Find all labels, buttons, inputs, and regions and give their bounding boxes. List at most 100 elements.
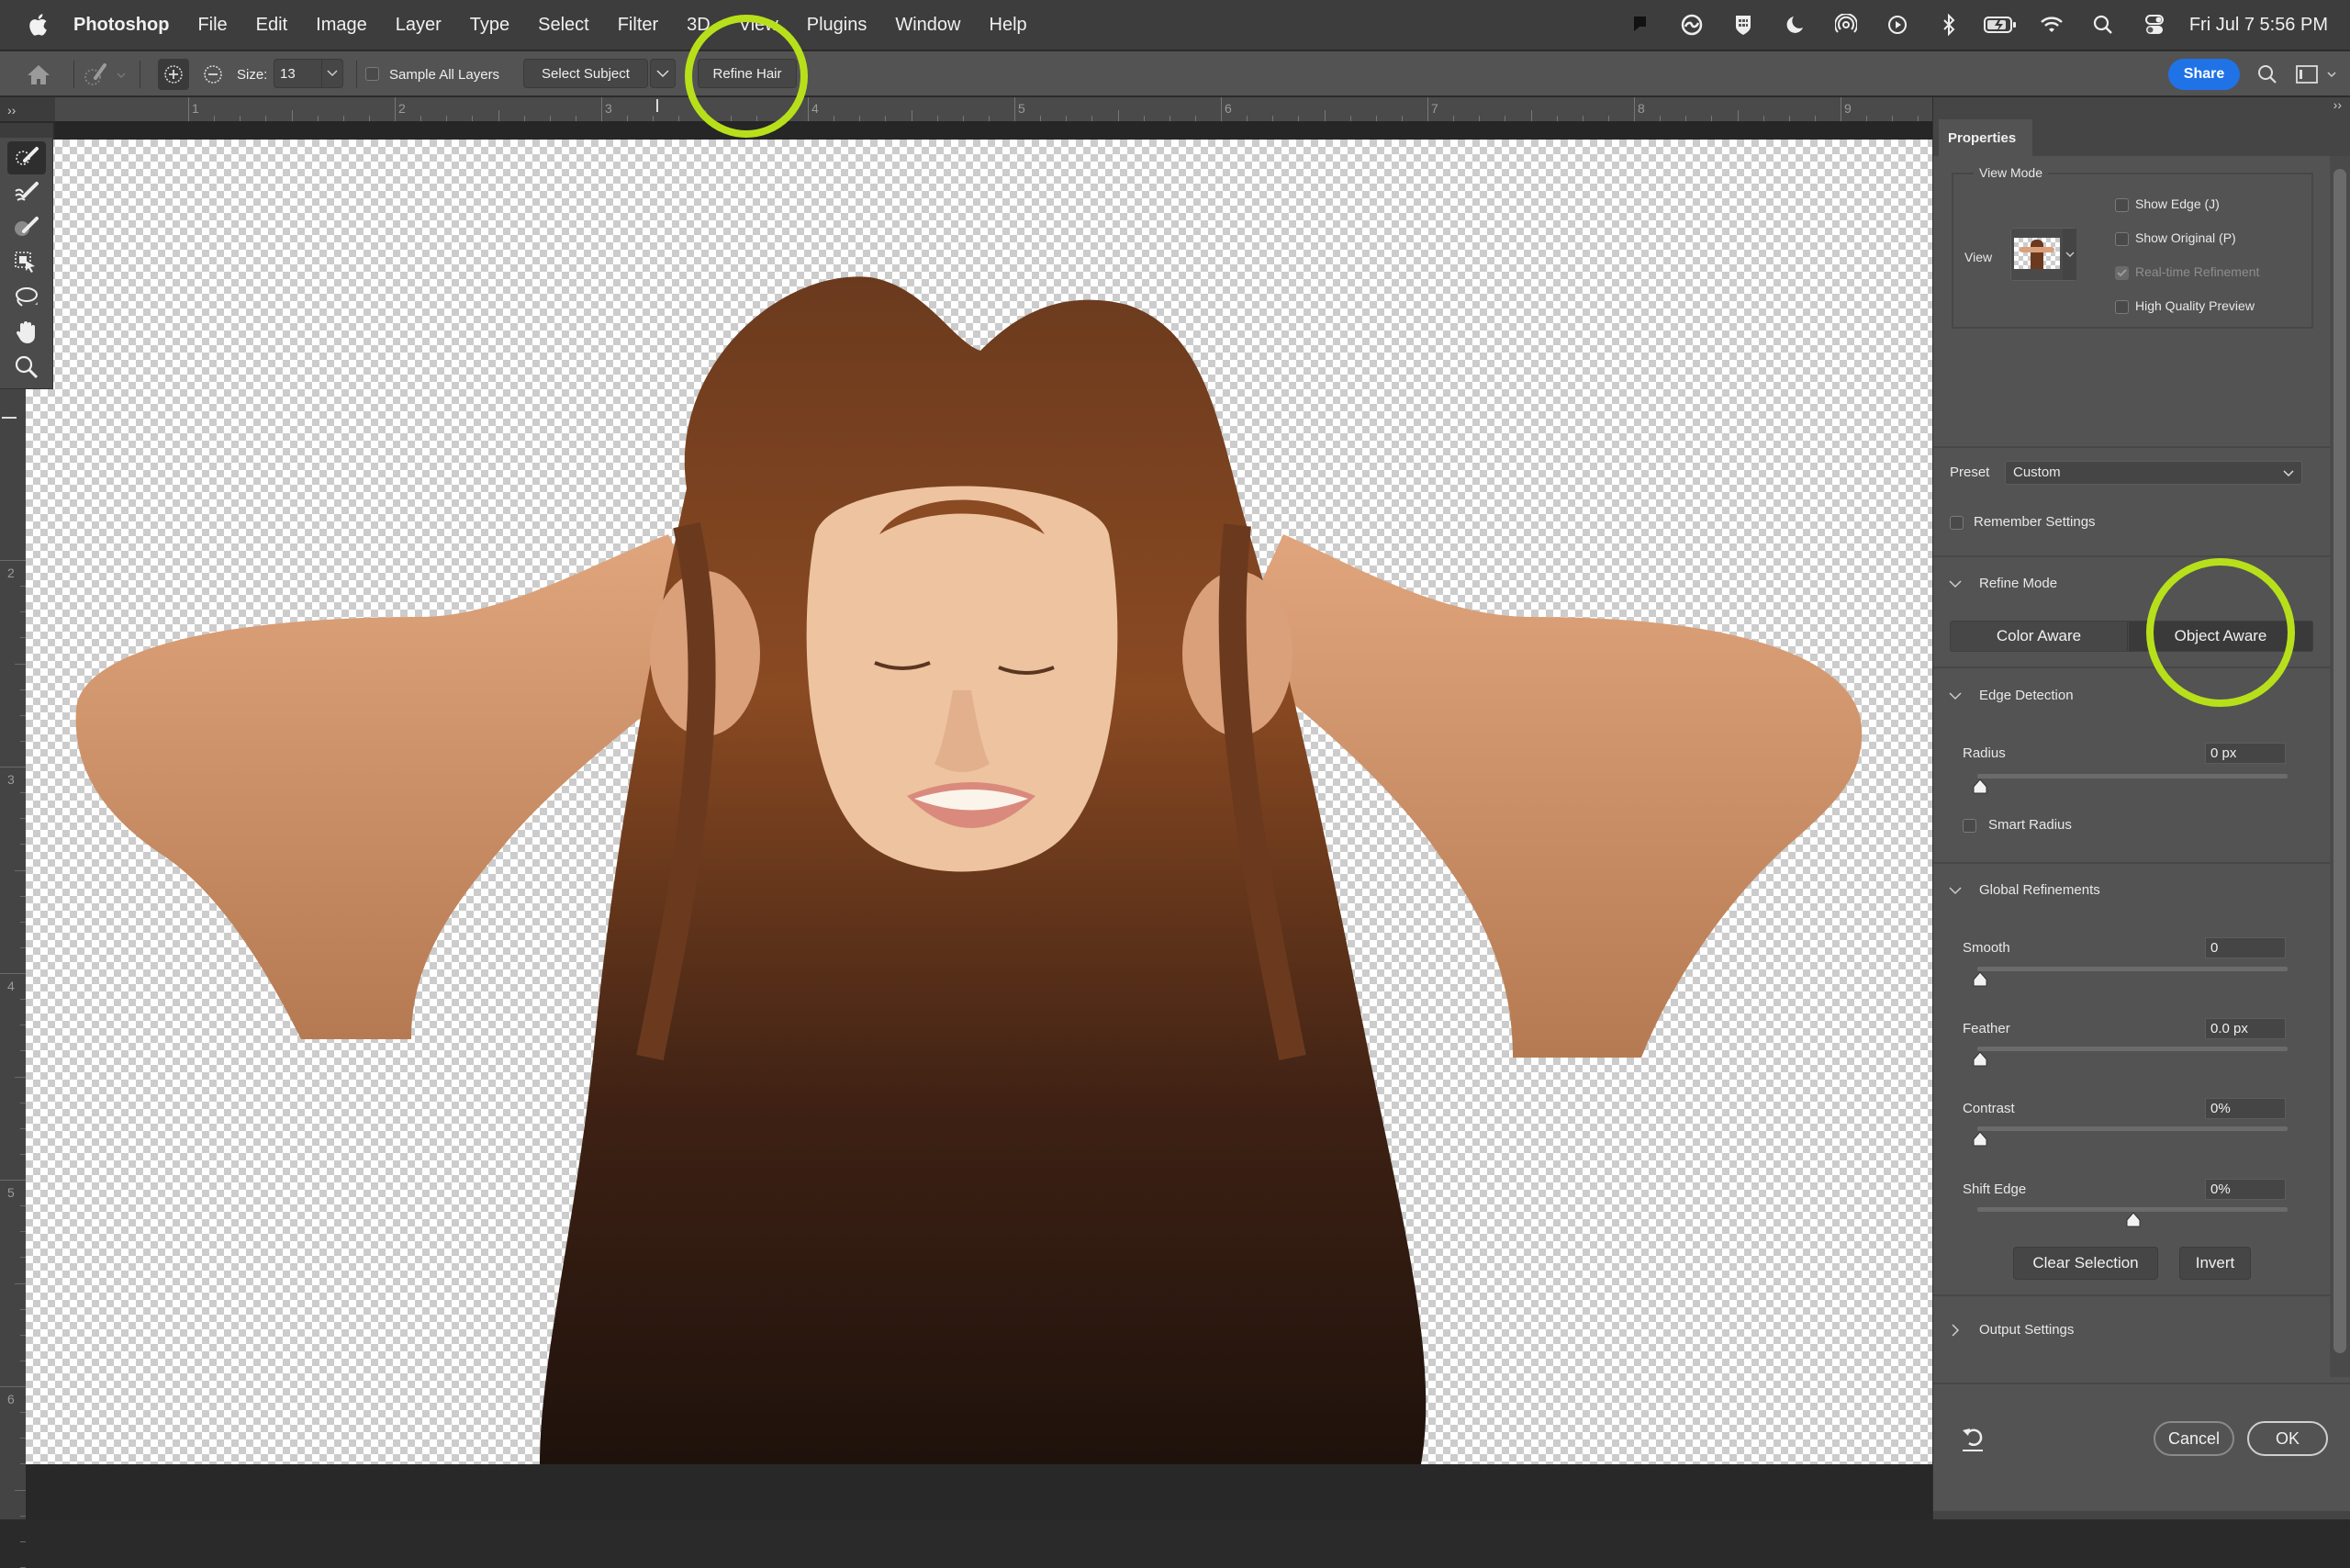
invert-button[interactable]: Invert xyxy=(2179,1247,2251,1280)
refine-hair-button[interactable]: Refine Hair xyxy=(698,59,797,88)
object-aware-option[interactable]: Object Aware xyxy=(2129,622,2312,651)
show-original-checkbox[interactable] xyxy=(2115,232,2129,246)
select-subject-button[interactable]: Select Subject xyxy=(523,59,648,88)
chevron-down-icon[interactable] xyxy=(1948,883,1963,898)
workspace-switcher[interactable] xyxy=(2295,51,2341,97)
feather-input[interactable]: 0.0 px xyxy=(2205,1018,2286,1039)
search-icon xyxy=(2258,65,2277,84)
smooth-slider-thumb[interactable] xyxy=(1972,971,1988,988)
view-mode-group xyxy=(1952,173,2313,329)
menu-plugins[interactable]: Plugins xyxy=(807,15,867,36)
document-canvas[interactable] xyxy=(26,140,1932,1464)
tools-panel-grip[interactable] xyxy=(0,123,53,138)
view-mode-picker[interactable] xyxy=(2010,228,2076,281)
ruler-label: 5 xyxy=(7,1185,15,1200)
do-not-disturb-moon-icon[interactable] xyxy=(1769,0,1820,50)
menu-bar-clock[interactable]: Fri Jul 7 5:56 PM xyxy=(2189,15,2328,36)
horizontal-ruler[interactable]: 1 2 3 4 5 6 7 8 9 xyxy=(55,97,2022,121)
ruler-label: 2 xyxy=(398,101,406,116)
shift-edge-input[interactable]: 0% xyxy=(2205,1179,2286,1200)
airdrop-icon[interactable] xyxy=(1820,0,1872,50)
menu-layer[interactable]: Layer xyxy=(396,15,442,36)
menu-image[interactable]: Image xyxy=(316,15,367,36)
brush-size-dropdown[interactable] xyxy=(321,59,343,88)
home-button[interactable] xyxy=(24,51,53,97)
tool-zoom[interactable] xyxy=(7,351,46,384)
panel-tab-bar: Properties xyxy=(1933,116,2350,156)
chevron-down-icon[interactable] xyxy=(1948,577,1963,591)
notes-app-icon[interactable] xyxy=(1615,0,1666,50)
brush-icon xyxy=(15,217,39,236)
ok-button[interactable]: OK xyxy=(2247,1421,2328,1456)
contrast-slider-thumb[interactable] xyxy=(1972,1131,1988,1148)
panel-scrollbar[interactable] xyxy=(2330,156,2350,1377)
bluetooth-icon[interactable] xyxy=(1923,0,1975,50)
scrollbar-thumb[interactable] xyxy=(2333,169,2346,1353)
tool-refine-edge-brush[interactable] xyxy=(7,176,46,209)
cancel-button[interactable]: Cancel xyxy=(2154,1421,2234,1456)
menu-type[interactable]: Type xyxy=(470,15,509,36)
panel-collapse-toggle[interactable]: ›› xyxy=(1933,97,2350,116)
subtract-from-selection-button[interactable] xyxy=(200,51,226,97)
toolbar-collapse-toggle[interactable]: ›› xyxy=(0,97,55,121)
menu-edit[interactable]: Edit xyxy=(256,15,287,36)
tool-preset-picker[interactable] xyxy=(81,51,136,97)
menu-app-photoshop[interactable]: Photoshop xyxy=(73,15,169,36)
control-center-icon[interactable] xyxy=(2129,0,2180,50)
radius-slider-track[interactable] xyxy=(1977,774,2288,778)
workspace-layout-icon xyxy=(2296,65,2336,84)
panel-resize-handle[interactable] xyxy=(1933,1511,2350,1519)
radius-slider-thumb[interactable] xyxy=(1972,778,1988,795)
view-label: View xyxy=(1964,250,1993,264)
sample-all-layers-checkbox[interactable] xyxy=(365,67,379,81)
search-button[interactable] xyxy=(2254,51,2281,97)
tool-quick-selection[interactable] xyxy=(7,141,46,174)
chevron-down-icon[interactable] xyxy=(1948,689,1963,703)
chevron-right-icon[interactable] xyxy=(1948,1323,1963,1338)
tool-brush[interactable] xyxy=(7,211,46,244)
play-circle-icon[interactable] xyxy=(1872,0,1923,50)
smooth-slider-track[interactable] xyxy=(1977,967,2288,971)
show-edge-checkbox[interactable] xyxy=(2115,198,2129,212)
select-subject-mode-dropdown[interactable] xyxy=(650,59,676,88)
shift-edge-slider-thumb[interactable] xyxy=(2125,1212,2142,1228)
tool-hand[interactable] xyxy=(7,316,46,349)
high-quality-preview-checkbox[interactable] xyxy=(2115,300,2129,314)
clear-selection-button[interactable]: Clear Selection xyxy=(2013,1247,2158,1280)
menu-filter[interactable]: Filter xyxy=(618,15,658,36)
view-mode-dropdown[interactable] xyxy=(2063,229,2076,280)
refine-mode-toggle: Color Aware Object Aware xyxy=(1950,621,2313,652)
contrast-input[interactable]: 0% xyxy=(2205,1098,2286,1119)
wifi-icon[interactable] xyxy=(2026,0,2077,50)
realtime-refinement-checkbox[interactable] xyxy=(2115,266,2129,280)
vpn-shield-icon[interactable] xyxy=(1718,0,1769,50)
share-button[interactable]: Share xyxy=(2168,59,2240,90)
menu-file[interactable]: File xyxy=(197,15,227,36)
zoom-icon xyxy=(15,355,39,379)
remember-settings-checkbox[interactable] xyxy=(1950,516,1964,530)
add-to-selection-button[interactable] xyxy=(158,59,189,90)
menu-view[interactable]: View xyxy=(739,15,778,36)
menu-select[interactable]: Select xyxy=(538,15,589,36)
menu-3d[interactable]: 3D xyxy=(687,15,711,36)
color-aware-option[interactable]: Color Aware xyxy=(1951,622,2128,651)
tab-properties[interactable]: Properties xyxy=(1939,119,2032,156)
preset-dropdown[interactable]: Custom xyxy=(2005,461,2302,485)
menu-window[interactable]: Window xyxy=(895,15,960,36)
radius-input[interactable]: 0 px xyxy=(2205,743,2286,764)
apple-menu-icon[interactable] xyxy=(26,11,50,39)
battery-charging-icon[interactable] xyxy=(1975,0,2026,50)
spotlight-search-icon[interactable] xyxy=(2077,0,2129,50)
contrast-slider-track[interactable] xyxy=(1977,1126,2288,1131)
ruler-minor-tick xyxy=(1530,110,1532,121)
feather-slider-thumb[interactable] xyxy=(1972,1051,1988,1068)
smooth-input[interactable]: 0 xyxy=(2205,937,2286,958)
menu-help[interactable]: Help xyxy=(990,15,1027,36)
tool-object-selection[interactable] xyxy=(7,246,46,279)
tool-lasso[interactable] xyxy=(7,281,46,314)
feather-slider-track[interactable] xyxy=(1977,1047,2288,1051)
reset-button[interactable] xyxy=(1961,1425,1986,1452)
smart-radius-checkbox[interactable] xyxy=(1963,819,1976,833)
status-menu-extras: Fri Jul 7 5:56 PM xyxy=(1615,0,2328,50)
creative-cloud-icon[interactable] xyxy=(1666,0,1718,50)
